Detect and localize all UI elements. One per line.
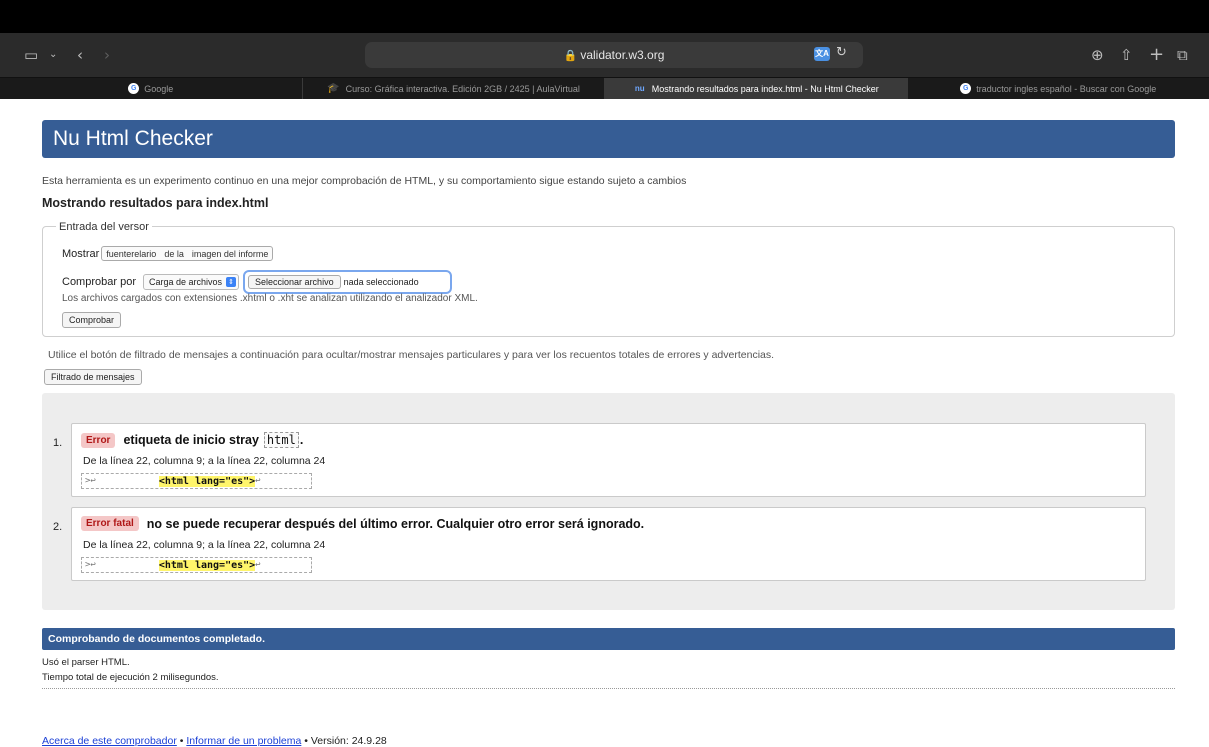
google-icon: G [960,83,971,94]
show-option[interactable]: imagen del informe [192,249,269,259]
address-bar[interactable]: 🔒validator.w3.org 文A ↻ [365,42,863,68]
lock-icon: 🔒 [564,49,578,62]
tab-label: Google [144,84,173,94]
share-icon[interactable]: ⇧ [1120,43,1133,67]
check-by-label: Comprobar por [62,276,136,288]
divider [42,688,1175,689]
back-icon[interactable]: ‹ [77,43,83,67]
link-separator: • [180,735,184,747]
reload-icon[interactable]: ↻ [836,45,847,60]
check-button[interactable]: Comprobar [62,312,121,328]
message-item: 2. Error fatal no se puede recuperar des… [71,507,1146,581]
download-icon[interactable]: ⊕ [1091,43,1104,67]
tab-overview-icon[interactable]: ⧉ [1177,43,1188,67]
tab-nu-checker[interactable]: nu Mostrando resultados para index.html … [605,78,908,99]
tab-label: traductor ingles español - Buscar con Go… [976,84,1156,94]
check-by-row: Comprobar por Carga de archivos ⇕ Selecc… [62,270,452,294]
check-by-select[interactable]: Carga de archivos ⇕ [143,274,239,290]
show-label: Mostrar [62,248,99,260]
message-heading: Error etiqueta de inicio stray html . [81,432,303,448]
chevron-down-icon[interactable]: ⌄ [49,43,57,67]
message-text: no se puede recuperar después del último… [147,517,644,531]
message-location: De la línea 22, columna 9; a la línea 22… [83,539,325,551]
message-suffix: . [300,433,303,447]
google-icon: G [128,83,139,94]
url-display: 🔒validator.w3.org [365,48,863,62]
intro-text: Esta herramienta es un experimento conti… [42,175,686,187]
file-status: nada seleccionado [344,277,419,287]
error-badge: Error [81,433,115,448]
show-row: Mostrar fuenterelario de la imagen del i… [62,246,273,261]
show-options[interactable]: fuenterelario de la imagen del informe [101,246,273,261]
message-item: 1. Error etiqueta de inicio stray html .… [71,423,1146,497]
message-heading: Error fatal no se puede recuperar despué… [81,516,644,531]
report-problem-link[interactable]: Informar de un problema [186,735,301,747]
tab-google[interactable]: G Google [0,78,303,99]
input-fieldset: Entrada del versor Mostrar fuenterelario… [42,226,1175,337]
code-extract: >↩ <html lang="es"> ↩ [81,473,312,489]
window-top-bar [0,0,1209,33]
tab-label: Curso: Gráfica interactiva. Edición 2GB … [346,84,580,94]
message-code: html [264,432,299,448]
parser-info: Usó el parser HTML. [42,657,130,668]
time-info: Tiempo total de ejecución 2 milisegundos… [42,672,219,683]
about-link[interactable]: Acerca de este comprobador [42,735,177,747]
xml-note: Los archivos cargados con extensiones .x… [62,293,478,304]
extract-prefix: >↩ [85,476,96,486]
select-file-button[interactable]: Seleccionar archivo [248,275,341,289]
check-by-value: Carga de archivos [149,277,222,287]
url-text: validator.w3.org [580,48,664,62]
fatal-error-badge: Error fatal [81,516,139,531]
extract-highlight: <html lang="es"> [159,476,255,487]
tab-aulavirtual[interactable]: 🎓 Curso: Gráfica interactiva. Edición 2G… [303,78,606,99]
extract-suffix: ↩ [255,476,260,486]
message-number: 1. [53,437,62,449]
show-option[interactable]: de la [164,249,184,259]
message-number: 2. [53,521,62,533]
browser-toolbar: ▭ ⌄ ‹ › 🔒validator.w3.org 文A ↻ ⊕ ⇧ + ⧉ [0,33,1209,77]
file-input[interactable]: Seleccionar archivo nada seleccionado [243,270,452,294]
extract-highlight: <html lang="es"> [159,560,255,571]
extract-suffix: ↩ [255,560,260,570]
footer-links: Acerca de este comprobador • Informar de… [42,735,387,747]
sidebar-icon[interactable]: ▭ [24,43,38,67]
messages-area: 1. Error etiqueta de inicio stray html .… [42,393,1175,610]
forward-icon[interactable]: › [104,43,110,67]
extract-prefix: >↩ [85,560,96,570]
message-filter-button[interactable]: Filtrado de mensajes [44,369,142,385]
select-arrow-icon: ⇕ [226,277,236,287]
filter-description: Utilice el botón de filtrado de mensajes… [48,349,774,361]
code-extract: >↩ <html lang="es"> ↩ [81,557,312,573]
page-title: Nu Html Checker [42,120,1175,158]
fieldset-legend: Entrada del versor [56,221,152,233]
new-tab-icon[interactable]: + [1149,43,1164,67]
translate-icon[interactable]: 文A [814,47,830,61]
results-heading: Mostrando resultados para index.html [42,196,268,210]
graduation-cap-icon: 🎓 [327,83,341,94]
status-bar: Comprobando de documentos completado. [42,628,1175,650]
nu-icon: nu [633,83,647,94]
tab-label: Mostrando resultados para index.html - N… [652,84,879,94]
message-location: De la línea 22, columna 9; a la línea 22… [83,455,325,467]
tab-bar: G Google 🎓 Curso: Gráfica interactiva. E… [0,77,1209,99]
show-option[interactable]: fuenterelario [106,249,156,259]
tab-traductor[interactable]: G traductor ingles español - Buscar con … [908,78,1209,99]
message-text: etiqueta de inicio stray [123,433,258,447]
version-text: • Versión: 24.9.28 [304,735,386,747]
